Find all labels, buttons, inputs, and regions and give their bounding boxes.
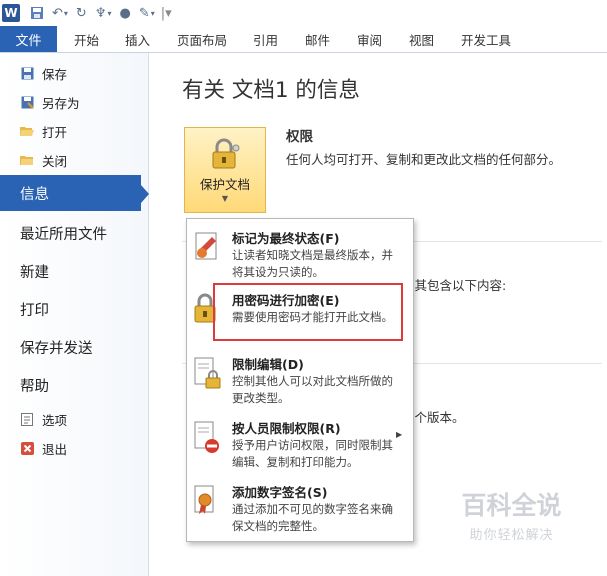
protect-document-button[interactable]: 保护文档 ▼ — [184, 127, 266, 213]
tab-references[interactable]: 引用 — [253, 26, 278, 52]
mark-final-icon — [192, 229, 222, 265]
active-item-pointer — [141, 185, 149, 203]
chevron-down-icon: ▼ — [221, 194, 229, 203]
exit-icon — [20, 441, 34, 455]
menu-item-title: 按人员限制权限(R) — [232, 421, 341, 436]
format-painter-icon[interactable]: ♆ — [95, 3, 107, 23]
quick-access-toolbar: W ↶ ▾ ↻ ♆ ▾ ● ✎ ▾ |▾ — [0, 0, 607, 27]
watermark-title: 百科全说 — [461, 491, 562, 520]
save-icon — [20, 66, 34, 80]
format-dropdown-icon[interactable]: ▾ — [107, 3, 111, 23]
bullet-icon[interactable]: ● — [120, 3, 131, 23]
menu-item-restrict-editing[interactable]: 限制编辑(D) 控制其他人可以对此文档所做的更改类型。 — [187, 349, 413, 411]
page-title: 有关 文档1 的信息 — [182, 78, 360, 103]
tab-insert[interactable]: 插入 — [125, 26, 150, 52]
sidebar-item-save[interactable]: 保存 — [20, 62, 67, 84]
menu-item-title: 添加数字签名(S) — [232, 485, 328, 500]
certificate-icon — [192, 483, 222, 519]
watermark: 百科全说 助你轻松解决 — [438, 486, 585, 546]
protect-document-label: 保护文档 — [199, 177, 250, 192]
lock-key-icon — [209, 138, 240, 169]
tab-developer[interactable]: 开发工具 — [461, 26, 511, 52]
menu-item-digital-signature[interactable]: 添加数字签名(S) 通过添加不可见的数字签名来确保文档的完整性。 — [187, 477, 413, 539]
sidebar-item-label: 退出 — [42, 441, 68, 457]
sidebar-item-close[interactable]: 关闭 — [20, 149, 67, 171]
permissions-description: 任何人均可打开、复制和更改此文档的任何部分。 — [286, 152, 562, 167]
sidebar-item-recent[interactable]: 最近所用文件 — [20, 223, 107, 244]
menu-item-title: 限制编辑(D) — [232, 357, 304, 372]
highlight-box — [213, 283, 403, 341]
sidebar-item-label: 关闭 — [42, 153, 68, 169]
sidebar-item-label: 选项 — [42, 412, 68, 428]
folder-close-icon — [20, 153, 34, 167]
tab-view[interactable]: 视图 — [409, 26, 434, 52]
draw-dropdown-icon[interactable]: ▾ — [151, 3, 155, 23]
tab-mailings[interactable]: 邮件 — [305, 26, 330, 52]
document-lock-icon — [192, 355, 222, 391]
sidebar-item-label: 另存为 — [42, 95, 80, 111]
sidebar-item-save-send[interactable]: 保存并发送 — [20, 337, 93, 358]
ribbon-tabs: 文件 开始 插入 页面布局 引用 邮件 审阅 视图 开发工具 — [0, 26, 607, 53]
sidebar-item-open[interactable]: 打开 — [20, 120, 67, 142]
sidebar-item-save-as[interactable]: 另存为 — [20, 91, 80, 113]
menu-item-description: 控制其他人可以对此文档所做的更改类型。 — [232, 374, 393, 405]
menu-item-description: 让读者知晓文档是最终版本，并将其设为只读的。 — [232, 248, 393, 279]
draw-icon[interactable]: ✎ — [139, 3, 150, 23]
sidebar-item-print[interactable]: 打印 — [20, 299, 49, 320]
tab-file[interactable]: 文件 — [0, 26, 57, 52]
sidebar-item-exit[interactable]: 退出 — [20, 437, 67, 459]
tab-home[interactable]: 开始 — [74, 26, 99, 52]
redo-icon[interactable]: ↻ — [76, 3, 87, 23]
folder-open-icon — [20, 124, 34, 138]
menu-item-description: 授予用户访问权限，同时限制其编辑、复制和打印能力。 — [232, 438, 393, 469]
word-logo[interactable]: W — [2, 4, 20, 22]
tab-review[interactable]: 审阅 — [357, 26, 382, 52]
tab-page-layout[interactable]: 页面布局 — [177, 26, 227, 52]
menu-item-restrict-permission[interactable]: 按人员限制权限(R) 授予用户访问权限，同时限制其编辑、复制和打印能力。 ▶ — [187, 413, 413, 475]
sidebar-item-options[interactable]: 选项 — [20, 408, 67, 430]
inspect-description: 意其包含以下内容: — [402, 278, 507, 293]
menu-item-mark-final[interactable]: 标记为最终状态(F) 让读者知晓文档是最终版本，并将其设为只读的。 — [187, 223, 413, 285]
document-restrict-icon — [192, 419, 222, 455]
menu-item-title: 标记为最终状态(F) — [232, 231, 340, 246]
submenu-arrow-icon: ▶ — [396, 430, 403, 439]
save-icon[interactable] — [30, 3, 44, 23]
watermark-subtitle: 助你轻松解决 — [469, 528, 554, 543]
save-as-icon — [20, 95, 34, 109]
sidebar-item-help[interactable]: 帮助 — [20, 375, 49, 396]
sidebar-item-label: 保存 — [42, 66, 68, 82]
options-icon — [20, 412, 34, 426]
protect-document-menu: 标记为最终状态(F) 让读者知晓文档是最终版本，并将其设为只读的。 用密码进行加… — [186, 218, 414, 542]
sidebar-item-label: 打开 — [42, 124, 68, 140]
permissions-title: 权限 — [286, 129, 313, 145]
sidebar-item-new[interactable]: 新建 — [20, 261, 49, 282]
backstage-sidebar: 保存 另存为 打开 关闭 信息 最近所用文件 新建 打印 保存并发送 帮助 选项… — [0, 53, 149, 576]
undo-dropdown-icon[interactable]: ▾ — [64, 3, 68, 23]
sidebar-item-info[interactable]: 信息 — [0, 175, 141, 211]
undo-icon[interactable]: ↶ — [52, 3, 63, 23]
menu-item-description: 通过添加不可见的数字签名来确保文档的完整性。 — [232, 502, 393, 533]
customize-icon[interactable]: |▾ — [161, 3, 172, 23]
